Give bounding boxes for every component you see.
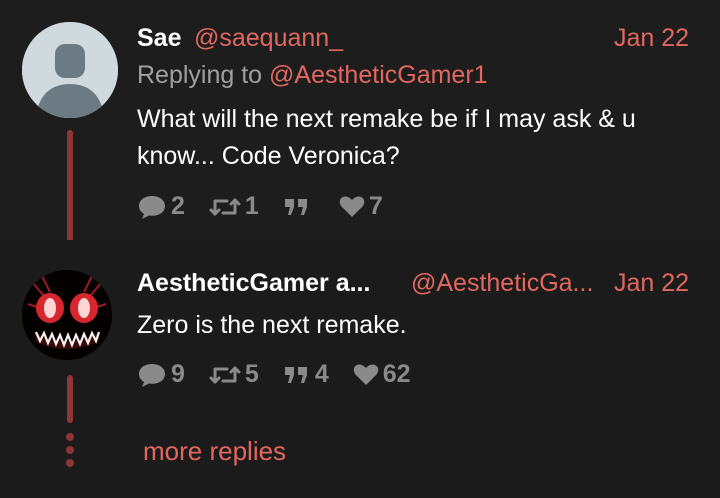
tweet-text-line: What will the next remake be if I may as… (137, 105, 636, 133)
author-handle[interactable]: @saequann_ (194, 24, 343, 53)
reply-icon (139, 363, 165, 387)
quote-count: 4 (314, 360, 329, 388)
author-name[interactable]: Sae (137, 24, 181, 53)
tweet-text-line: know... Code Veronica? (137, 142, 400, 170)
thread-dot (66, 433, 74, 441)
replying-to: Replying to @AestheticGamer1 (137, 61, 488, 90)
retweet-icon (209, 198, 241, 215)
retweet-icon (209, 366, 241, 383)
like-button[interactable]: 7 (339, 192, 383, 221)
retweet-count: 1 (244, 192, 259, 220)
like-icon (339, 195, 365, 217)
reply-icon (139, 195, 165, 219)
replying-to-mention[interactable]: @AestheticGamer1 (269, 61, 488, 89)
tweet-text-line: Zero is the next remake. (137, 311, 407, 339)
thread-dot (66, 459, 74, 467)
reply-count: 9 (171, 360, 185, 388)
thread-dot (66, 446, 74, 454)
tweet-date[interactable]: Jan 22 (614, 24, 689, 53)
quote-icon (284, 198, 307, 215)
like-icon (353, 363, 378, 385)
avatar[interactable] (22, 270, 112, 360)
reply-count: 2 (171, 192, 185, 220)
retweet-count: 5 (244, 360, 259, 388)
thread-line (67, 375, 73, 423)
like-count: 62 (382, 360, 411, 388)
like-count: 7 (368, 192, 383, 220)
author-handle[interactable]: @AestheticGa... (411, 269, 593, 298)
replying-to-label: Replying to (137, 61, 270, 89)
author-name[interactable]: AestheticGamer a... (137, 269, 370, 298)
tweet-aestheticgamer[interactable]: AestheticGamer a... @AestheticGa... Jan … (0, 240, 720, 498)
default-avatar-icon (22, 22, 118, 118)
tweet-text: Zero is the next remake. (137, 307, 407, 344)
like-button[interactable]: 62 (353, 360, 411, 389)
quote-button[interactable] (283, 195, 315, 219)
demon-face-avatar-icon (22, 270, 112, 360)
tweet-sae[interactable]: Sae @saequann_ Jan 22 Replying to @Aesth… (0, 0, 720, 240)
quote-button[interactable]: 4 (283, 360, 329, 389)
tweet-date[interactable]: Jan 22 (614, 269, 689, 298)
reply-button[interactable]: 9 (137, 360, 185, 389)
retweet-button[interactable]: 1 (209, 192, 259, 221)
tweet-text: What will the next remake be if I may as… (137, 101, 636, 175)
more-replies-link[interactable]: more replies (143, 436, 286, 467)
avatar[interactable] (22, 22, 118, 118)
quote-icon (284, 366, 307, 383)
retweet-button[interactable]: 5 (209, 360, 259, 389)
tweet-actions: 9 5 4 62 (137, 360, 435, 389)
tweet-actions: 2 1 7 (137, 192, 407, 221)
reply-button[interactable]: 2 (137, 192, 185, 221)
